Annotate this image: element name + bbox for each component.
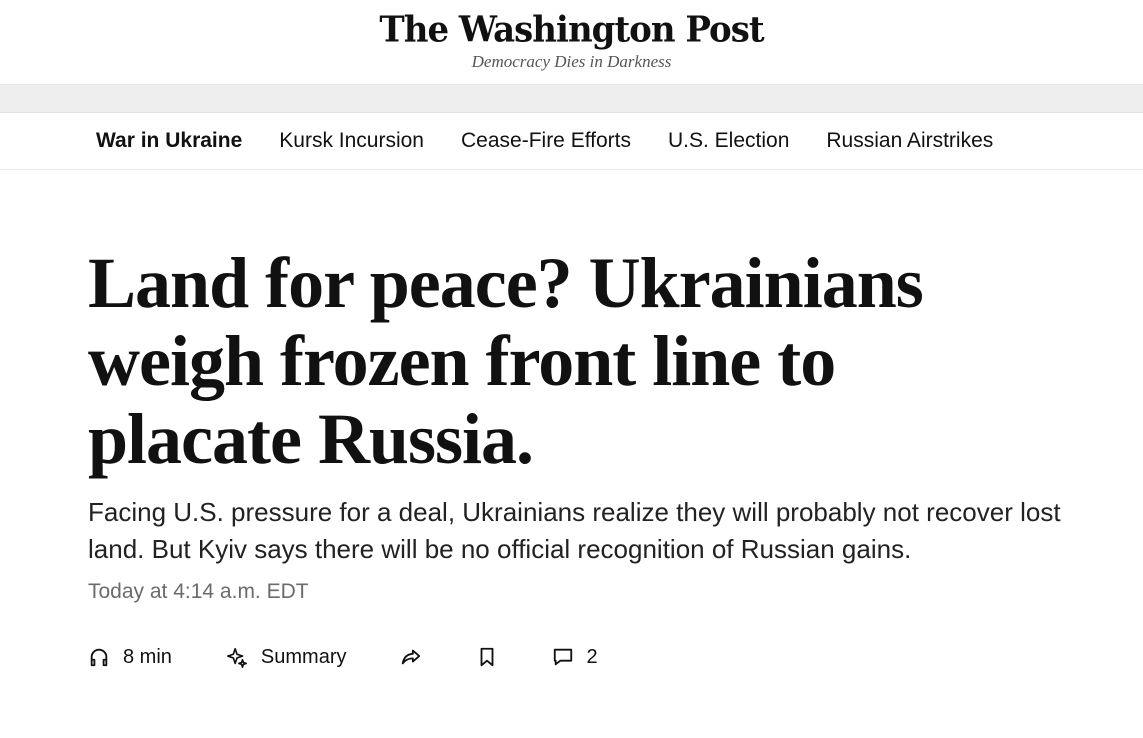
share-icon: [402, 649, 421, 665]
listen-duration: 8 min: [123, 645, 172, 668]
site-tagline: Democracy Dies in Darkness: [471, 52, 672, 71]
site-logo[interactable]: The Washington Post: [379, 7, 764, 53]
comment-count: 2: [586, 645, 598, 668]
comment-icon: [554, 648, 573, 666]
topic-war-in-ukraine[interactable]: War in Ukraine: [96, 129, 242, 153]
topic-nav: War in Ukraine Kursk Incursion Cease-Fir…: [0, 113, 1143, 170]
topic-russian-airstrikes[interactable]: Russian Airstrikes: [826, 129, 993, 153]
summary-label: Summary: [260, 645, 347, 668]
headphones-icon: [90, 648, 108, 667]
article-timestamp: Today at 4:14 a.m. EDT: [88, 580, 309, 603]
article-dek: Facing U.S. pressure for a deal, Ukraini…: [88, 497, 1061, 564]
ad-strip: [0, 85, 1143, 113]
bookmark-icon: [481, 647, 494, 667]
topic-kursk-incursion[interactable]: Kursk Incursion: [279, 129, 424, 153]
topic-cease-fire-efforts[interactable]: Cease-Fire Efforts: [461, 129, 631, 153]
listen-button[interactable]: 8 min: [88, 646, 172, 669]
comments-button[interactable]: 2: [552, 645, 598, 669]
article-headline: Land for peace? Ukrainians weigh frozen …: [88, 243, 924, 479]
sparkle-icon: [226, 647, 247, 668]
summary-button[interactable]: Summary: [226, 645, 347, 669]
article-actions: 8 min Summary 2: [88, 642, 1083, 672]
article: Land for peace? Ukrainians weigh frozen …: [0, 244, 1143, 672]
save-button[interactable]: [476, 646, 498, 668]
topic-us-election[interactable]: U.S. Election: [668, 129, 789, 153]
share-button[interactable]: [400, 646, 422, 668]
masthead: The Washington Post Democracy Dies in Da…: [0, 0, 1143, 85]
